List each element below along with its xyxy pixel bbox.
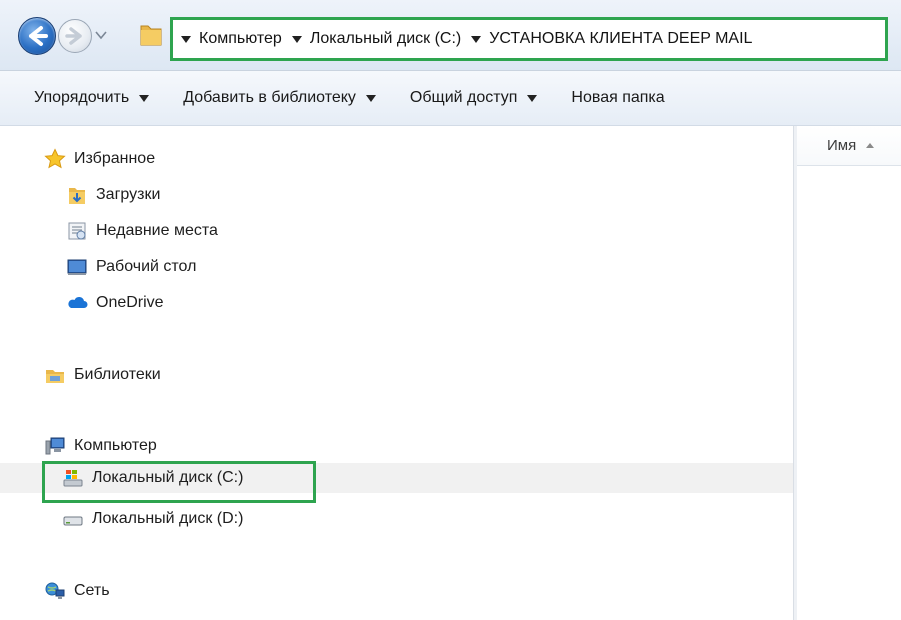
- hard-drive-icon: [63, 516, 83, 526]
- share-label: Общий доступ: [409, 89, 518, 106]
- forward-arrow-icon: [65, 27, 82, 45]
- nav-label: Избранное: [74, 150, 156, 167]
- chevron-down-icon: [365, 94, 376, 102]
- local-disk-c-highlight: [42, 461, 316, 503]
- name-column-header[interactable]: Имя: [797, 126, 901, 166]
- nav-label: Сеть: [74, 582, 110, 599]
- organize-label: Упорядочить: [34, 89, 130, 106]
- chevron-down-icon: [139, 94, 150, 102]
- nav-label: Загрузки: [96, 186, 161, 203]
- new-folder-button[interactable]: Новая папка: [571, 89, 664, 107]
- history-dropdown-icon[interactable]: [94, 28, 108, 42]
- nav-label: Локальный диск (D:): [92, 510, 244, 527]
- name-column-label: Имя: [827, 137, 857, 154]
- forward-button[interactable]: [58, 19, 92, 53]
- file-list[interactable]: Имя: [797, 126, 901, 620]
- nav-label: OneDrive: [96, 294, 164, 311]
- breadcrumb-current-folder[interactable]: УСТАНОВКА КЛИЕНТА DEEP MAIL: [489, 30, 752, 48]
- organize-button[interactable]: Упорядочить: [34, 89, 150, 107]
- nav-item-network[interactable]: Сеть: [44, 576, 110, 606]
- nav-label: Рабочий стол: [96, 258, 197, 275]
- computer-icon: [45, 437, 65, 455]
- breadcrumb-arrow-icon[interactable]: [471, 35, 482, 43]
- libraries-icon: [46, 370, 64, 383]
- breadcrumb-computer[interactable]: Компьютер: [199, 30, 282, 48]
- nav-item-favorites[interactable]: Избранное: [44, 144, 155, 174]
- breadcrumb-arrow-icon[interactable]: [291, 35, 302, 43]
- nav-item-computer[interactable]: Компьютер: [44, 431, 157, 461]
- breadcrumb-local-disk-c[interactable]: Локальный диск (C:): [310, 30, 461, 48]
- breadcrumb-arrow-icon[interactable]: [181, 35, 191, 43]
- nav-item-onedrive[interactable]: OneDrive: [66, 288, 164, 318]
- add-to-library-label: Добавить в библиотеку: [183, 89, 356, 106]
- share-button[interactable]: Общий доступ: [410, 89, 538, 107]
- folder-icon: [140, 25, 162, 46]
- recent-places-icon: [68, 222, 86, 240]
- downloads-folder-icon: [69, 188, 85, 204]
- network-icon: [45, 582, 65, 599]
- new-folder-label: Новая папка: [571, 89, 665, 106]
- back-button[interactable]: [18, 17, 56, 55]
- command-bar: Упорядочить Добавить в библиотеку Общий …: [0, 71, 901, 126]
- add-to-library-button[interactable]: Добавить в библиотеку: [183, 89, 376, 107]
- sort-ascending-icon: [866, 143, 875, 148]
- nav-item-local-disk-d[interactable]: Локальный диск (D:): [62, 504, 243, 534]
- nav-item-desktop[interactable]: Рабочий стол: [66, 252, 196, 282]
- back-arrow-icon: [29, 26, 48, 46]
- onedrive-cloud-icon: [68, 296, 88, 308]
- nav-label: Компьютер: [74, 437, 157, 454]
- address-row: Компьютер Локальный диск (C:) УСТАНОВКА …: [0, 0, 901, 71]
- address-bar[interactable]: Компьютер Локальный диск (C:) УСТАНОВКА …: [170, 17, 888, 61]
- nav-label: Библиотеки: [74, 366, 161, 383]
- navigation-pane: Избранное Загрузки Недавние места Рабочи…: [0, 126, 793, 620]
- chevron-down-icon: [527, 94, 538, 102]
- nav-item-libraries[interactable]: Библиотеки: [44, 360, 161, 390]
- desktop-icon: [67, 259, 87, 275]
- nav-item-downloads[interactable]: Загрузки: [66, 180, 160, 210]
- nav-label: Недавние места: [96, 222, 218, 239]
- star-icon: [44, 148, 66, 169]
- nav-item-recent-places[interactable]: Недавние места: [66, 216, 218, 246]
